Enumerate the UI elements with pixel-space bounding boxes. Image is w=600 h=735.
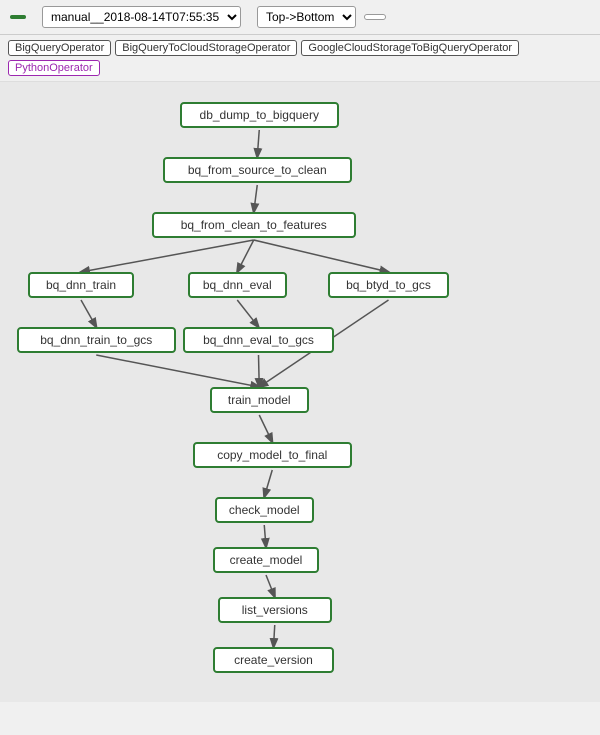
dag-node-create_version[interactable]: create_version [213,647,334,673]
dag-node-copy_model_to_final[interactable]: copy_model_to_final [193,442,352,468]
go-button[interactable] [364,14,386,20]
operator-tag[interactable]: BigQueryOperator [8,40,111,56]
dag-node-bq_dnn_eval[interactable]: bq_dnn_eval [188,272,287,298]
dag-node-bq_dnn_train_to_gcs[interactable]: bq_dnn_train_to_gcs [17,327,176,353]
dag-canvas: db_dump_to_bigquery bq_from_source_to_cle… [0,82,600,702]
dag-node-bq_from_source_to_clean[interactable]: bq_from_source_to_clean [163,157,352,183]
dag-node-bq_dnn_train[interactable]: bq_dnn_train [28,272,134,298]
run-select[interactable]: manual__2018-08-14T07:55:35 [42,6,241,28]
dag-node-bq_from_clean_to_features[interactable]: bq_from_clean_to_features [152,212,356,238]
operator-tag[interactable]: GoogleCloudStorageToBigQueryOperator [301,40,519,56]
layout-select[interactable]: Top->Bottom [257,6,356,28]
dag-node-bq_btyd_to_gcs[interactable]: bq_btyd_to_gcs [328,272,449,298]
dag-node-bq_dnn_eval_to_gcs[interactable]: bq_dnn_eval_to_gcs [183,327,334,353]
dag-node-check_model[interactable]: check_model [215,497,314,523]
status-badge [10,15,26,19]
operator-tags: BigQueryOperatorBigQueryToCloudStorageOp… [0,35,600,82]
dag-node-train_model[interactable]: train_model [210,387,309,413]
dag-node-list_versions[interactable]: list_versions [218,597,332,623]
toolbar: manual__2018-08-14T07:55:35 Top->Bottom [0,0,600,35]
dag-node-db_dump_to_bigquery[interactable]: db_dump_to_bigquery [180,102,339,128]
operator-tag[interactable]: BigQueryToCloudStorageOperator [115,40,297,56]
dag-node-create_model[interactable]: create_model [213,547,319,573]
operator-tag[interactable]: PythonOperator [8,60,100,76]
